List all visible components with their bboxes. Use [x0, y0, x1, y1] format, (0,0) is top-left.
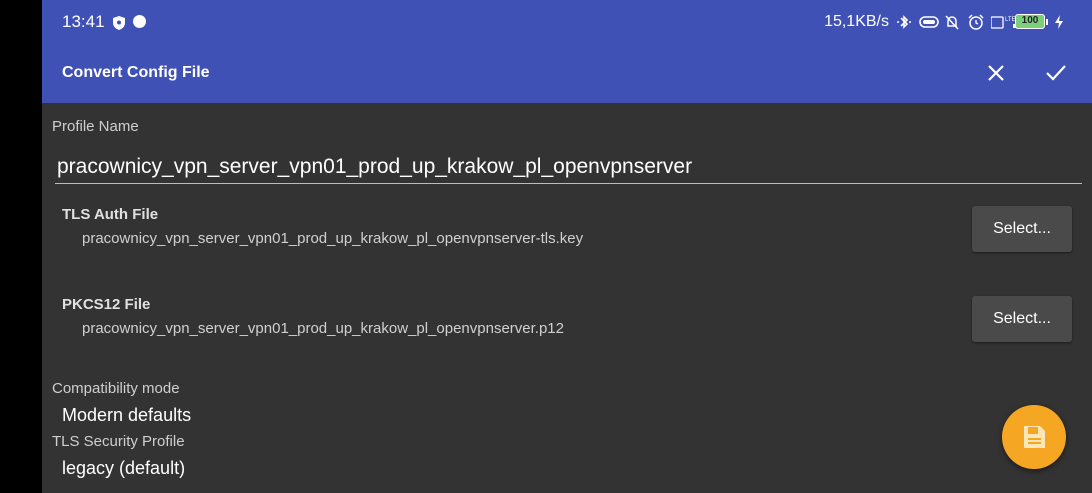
check-icon [1046, 65, 1066, 81]
svg-text:LTE: LTE [1005, 17, 1016, 23]
mute-bell-icon [943, 14, 961, 30]
close-button[interactable] [980, 57, 1012, 89]
toolbar-title: Convert Config File [62, 64, 210, 81]
status-bar: 13:41 15,1KB/s LTE 100 [42, 0, 1092, 43]
status-left: 13:41 [62, 12, 146, 32]
alarm-icon [967, 13, 985, 30]
battery-icon: 100 [1015, 14, 1048, 29]
tls-auth-filename: pracownicy_vpn_server_vpn01_prod_up_krak… [82, 230, 584, 247]
status-right: 15,1KB/s LTE 100 [824, 13, 1072, 31]
toolbar-actions [980, 57, 1072, 89]
battery-level: 100 [1015, 14, 1045, 29]
profile-name-label: Profile Name [52, 118, 139, 135]
confirm-button[interactable] [1040, 57, 1072, 89]
network-speed: 15,1KB/s [824, 12, 889, 30]
save-icon [1024, 426, 1045, 448]
form-content: Profile Name TLS Auth File pracownicy_vp… [42, 103, 1092, 493]
pkcs12-row: PKCS12 File pracownicy_vpn_server_vpn01_… [62, 296, 1072, 356]
tls-auth-row: TLS Auth File pracownicy_vpn_server_vpn0… [62, 206, 1072, 266]
compat-mode-spinner[interactable]: Modern defaults [62, 405, 191, 426]
vpn-key-icon [919, 14, 939, 30]
notification-dot-icon [132, 15, 146, 28]
tls-profile-spinner[interactable]: legacy (default) [62, 458, 185, 479]
compat-mode-label: Compatibility mode [52, 380, 180, 397]
pkcs12-title: PKCS12 File [62, 296, 151, 313]
tls-auth-title: TLS Auth File [62, 206, 159, 223]
vpn-shield-icon [112, 15, 125, 30]
signal-icon: LTE [990, 14, 1028, 30]
app-toolbar: Convert Config File [42, 43, 1092, 103]
tls-profile-label: TLS Security Profile [52, 433, 185, 450]
pkcs12-select-button[interactable]: Select... [972, 296, 1072, 342]
save-fab-button[interactable] [1002, 405, 1066, 469]
close-icon [988, 65, 1004, 81]
bluetooth-icon [895, 14, 913, 30]
tls-auth-select-button[interactable]: Select... [972, 206, 1072, 252]
app-screen: 13:41 15,1KB/s LTE 100 Convert Config Fi… [42, 0, 1092, 493]
profile-name-input[interactable] [55, 151, 1082, 184]
pkcs12-filename: pracownicy_vpn_server_vpn01_prod_up_krak… [82, 320, 564, 337]
charging-icon [1054, 14, 1072, 30]
status-time: 13:41 [62, 11, 105, 31]
